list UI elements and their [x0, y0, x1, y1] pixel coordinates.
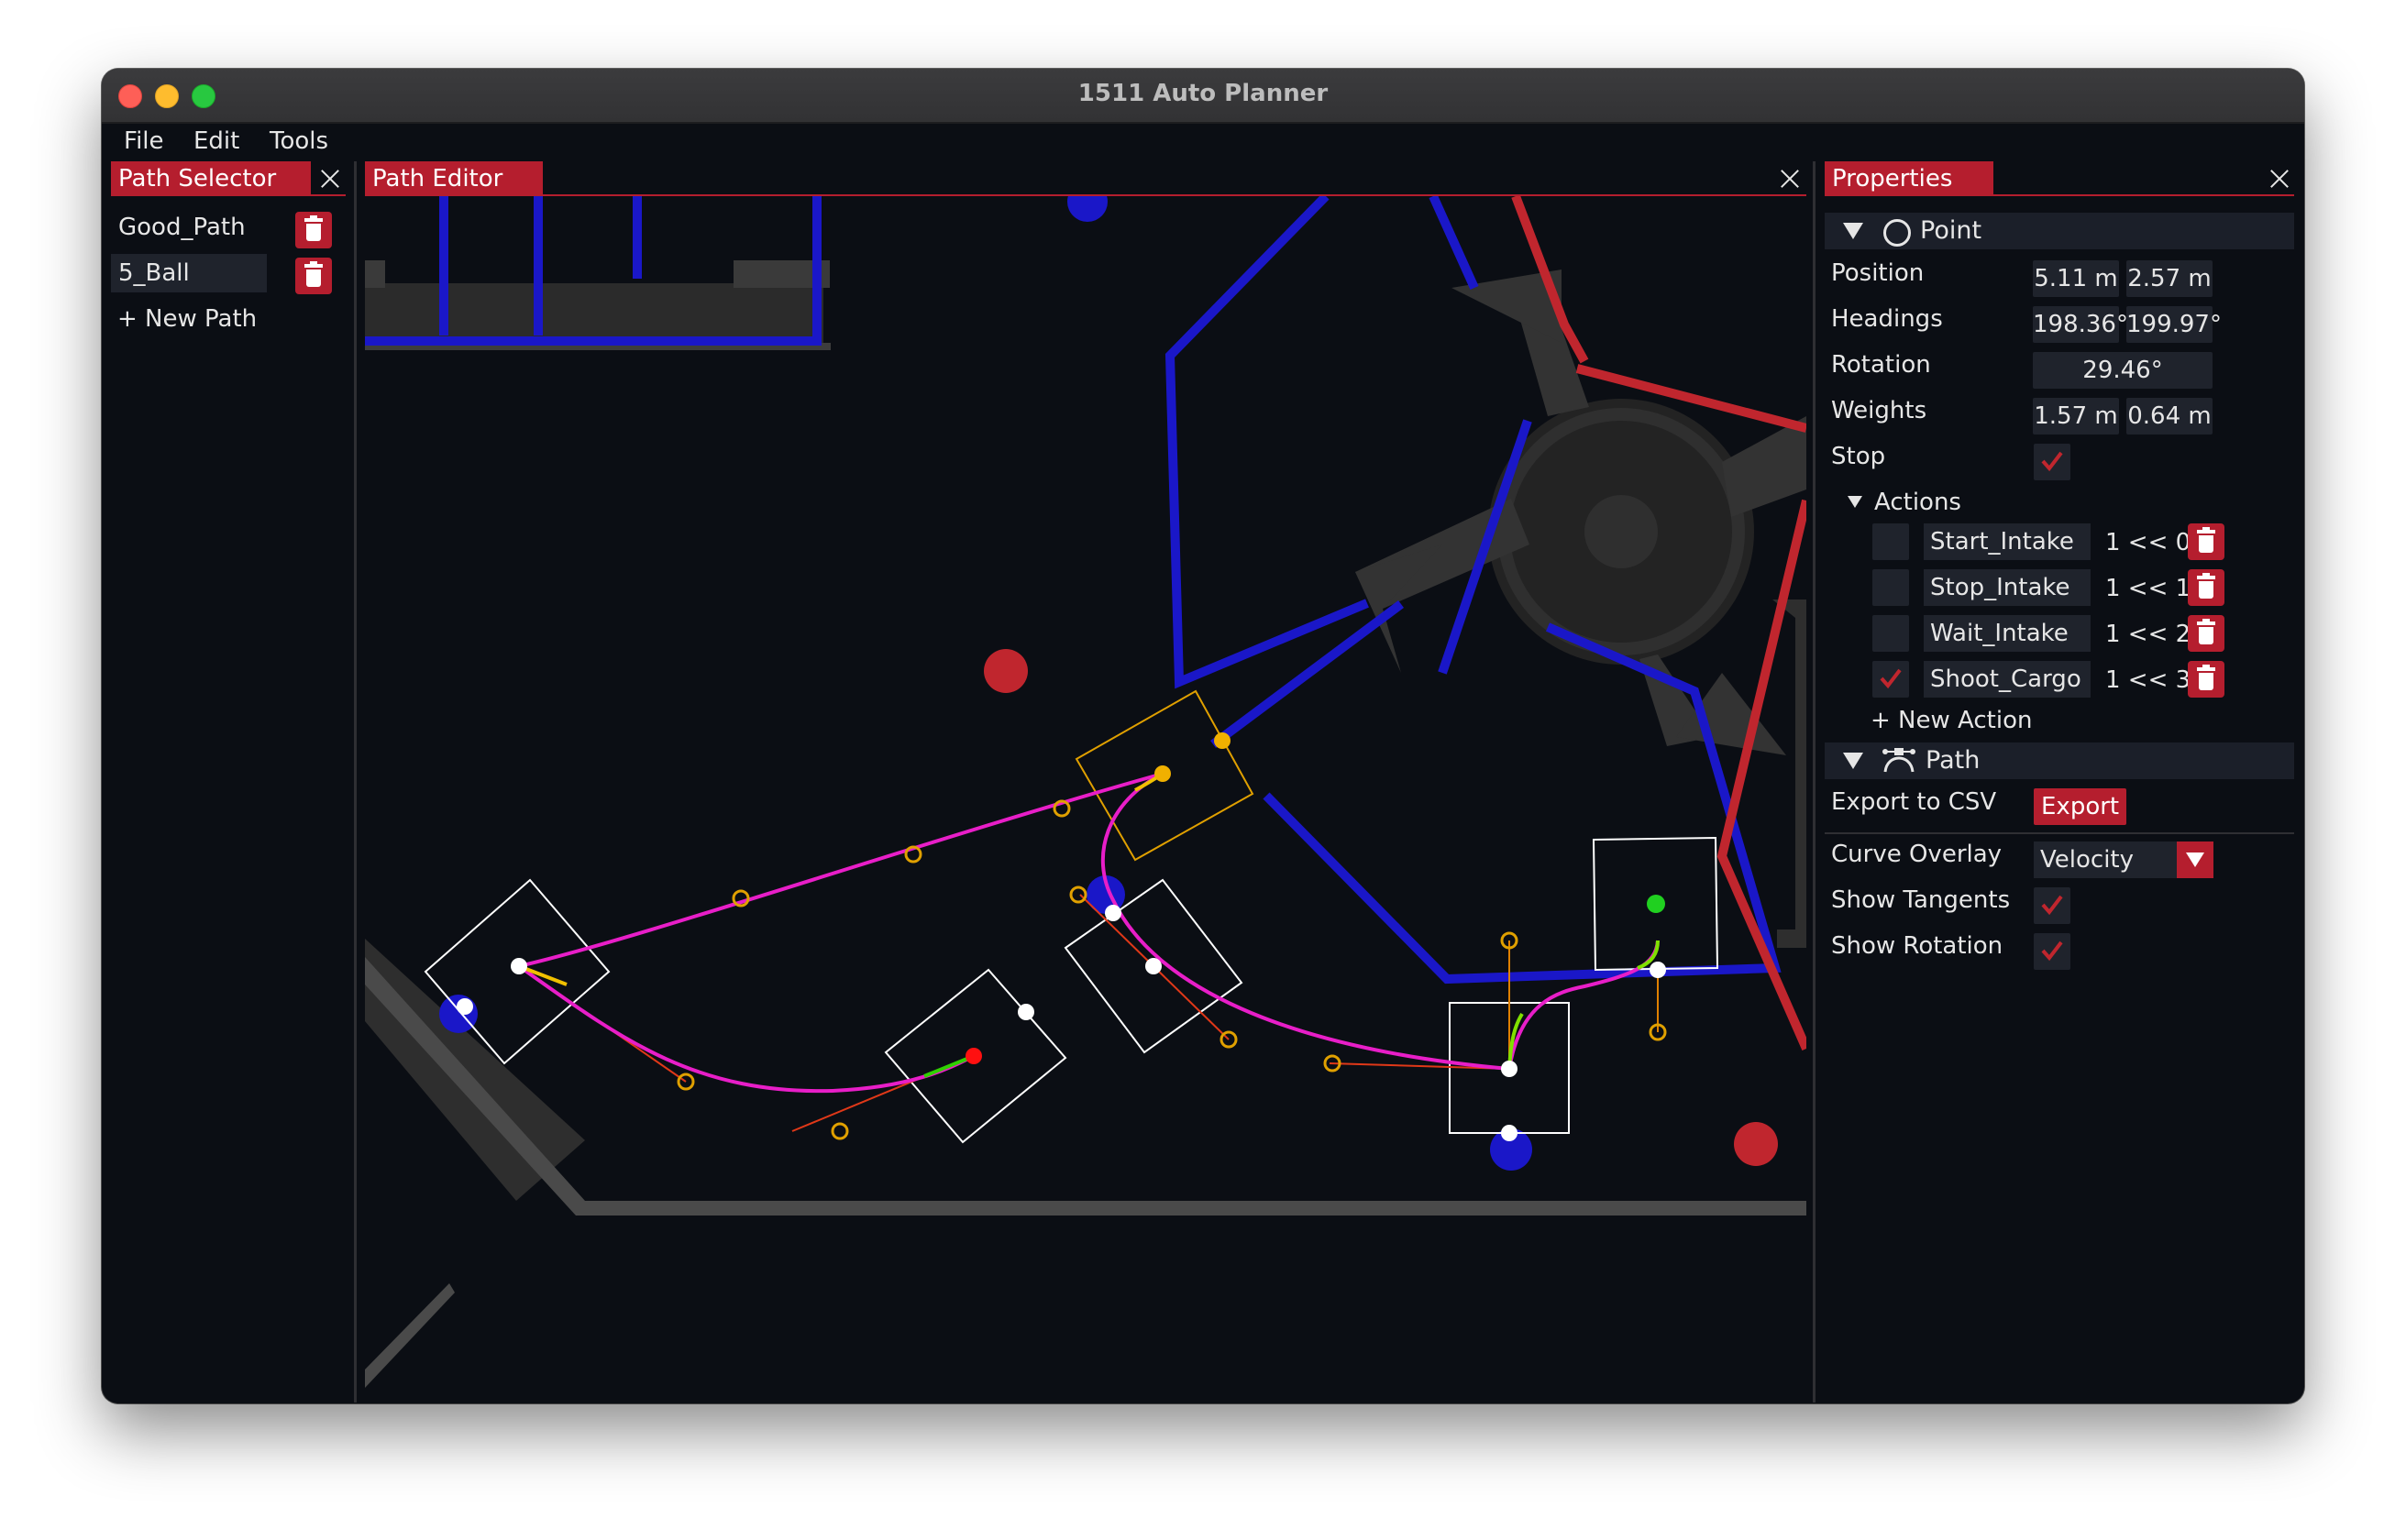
show-rotation-checkbox[interactable]: [2034, 933, 2070, 970]
action-bit-label: 1 << 2: [2105, 621, 2191, 648]
properties-close-icon[interactable]: [2269, 169, 2290, 189]
rotation-field[interactable]: 29.46°: [2033, 352, 2213, 389]
weights-label: Weights: [1831, 397, 1927, 424]
curve-overlay-label: Curve Overlay: [1831, 841, 2003, 868]
position-x-field[interactable]: 5.11 m: [2033, 260, 2119, 297]
rotation-handle: [1650, 962, 1666, 978]
delete-action-trash-icon[interactable]: [2188, 615, 2224, 652]
menu-file[interactable]: File: [124, 127, 164, 155]
checkmark-icon: [2041, 895, 2063, 916]
tangent-lines: [518, 894, 1659, 1132]
path-section-label: Path: [1926, 746, 1981, 775]
export-button[interactable]: Export: [2034, 788, 2127, 825]
path-list-item[interactable]: Good_Path: [111, 208, 267, 247]
action-bit-label: 1 << 0: [2105, 529, 2191, 556]
panel-divider-right: [1813, 161, 1816, 1402]
section-separator: [1825, 832, 2294, 834]
rotation-label: Rotation: [1831, 351, 1931, 379]
actions-section-label[interactable]: Actions: [1874, 489, 1961, 516]
waypoint: [966, 1048, 982, 1064]
checkmark-icon: [2041, 940, 2063, 962]
rotation-handle: [1145, 958, 1162, 974]
point-section-label: Point: [1920, 216, 1982, 245]
heading-out-field[interactable]: 199.97°: [2126, 306, 2222, 343]
window-title: 1511 Auto Planner: [1077, 80, 1329, 107]
path-list-item-label: 5_Ball: [118, 259, 190, 287]
waypoint: [511, 958, 527, 974]
tab-properties[interactable]: Properties: [1825, 161, 1993, 196]
waypoints[interactable]: [457, 732, 1666, 1141]
action-checkbox[interactable]: [1872, 569, 1909, 606]
delete-path-trash-icon[interactable]: [295, 212, 332, 248]
headings-label: Headings: [1831, 305, 1943, 333]
waypoint: [1105, 905, 1121, 921]
red-cargo-ball: [984, 649, 1028, 693]
checkmark-icon: [1880, 668, 1902, 689]
menu-tools[interactable]: Tools: [270, 127, 328, 155]
delete-action-trash-icon[interactable]: [2188, 523, 2224, 560]
position-y-field[interactable]: 2.57 m: [2126, 260, 2213, 297]
dropdown-arrow-icon[interactable]: [2177, 842, 2213, 878]
menu-edit[interactable]: Edit: [193, 127, 239, 155]
collapse-triangle-icon: [1843, 223, 1863, 239]
path-selector-close-icon[interactable]: [320, 169, 340, 189]
path-list-item-selected[interactable]: 5_Ball: [111, 254, 267, 292]
show-tangents-checkbox[interactable]: [2034, 887, 2070, 924]
action-checkbox[interactable]: [1872, 523, 1909, 560]
actions-collapse-triangle-icon[interactable]: [1848, 496, 1862, 508]
position-label: Position: [1831, 259, 1925, 287]
central-hub: [1355, 270, 1806, 755]
point-section-header[interactable]: Point: [1825, 213, 2294, 249]
action-checkbox-checked[interactable]: [1872, 661, 1909, 698]
delete-action-trash-icon[interactable]: [2188, 569, 2224, 606]
stop-label: Stop: [1831, 443, 1886, 470]
selected-rotation-handle: [1214, 732, 1231, 749]
delete-action-trash-icon[interactable]: [2188, 661, 2224, 698]
waypoint: [1501, 1061, 1518, 1077]
checkmark-icon: [2041, 451, 2063, 472]
curve-overlay-value: Velocity: [2040, 846, 2134, 874]
panel-divider-left: [354, 161, 357, 1402]
action-name-field[interactable]: Stop_Intake: [1924, 569, 2091, 606]
new-action-button[interactable]: + New Action: [1871, 707, 2032, 734]
curve-overlay-dropdown[interactable]: Velocity: [2034, 842, 2213, 878]
tab-path-editor[interactable]: Path Editor: [365, 161, 543, 196]
tab-path-selector[interactable]: Path Selector: [111, 161, 311, 196]
blue-cargo-ball: [439, 995, 478, 1033]
selected-waypoint: [1154, 765, 1171, 782]
heading-in-field[interactable]: 198.36°: [2033, 306, 2128, 343]
menu-bar: File Edit Tools: [102, 124, 2304, 160]
action-name-field[interactable]: Shoot_Cargo: [1924, 661, 2091, 698]
weight-out-field[interactable]: 0.64 m: [2126, 398, 2213, 434]
path-selector-tab-underline: [111, 194, 346, 196]
show-tangents-label: Show Tangents: [1831, 886, 2011, 914]
start-waypoint: [1647, 895, 1665, 913]
stop-checkbox[interactable]: [2034, 444, 2070, 480]
action-bit-label: 1 << 1: [2105, 575, 2191, 602]
field-drawing[interactable]: [365, 196, 1806, 1402]
export-csv-label: Export to CSV: [1831, 788, 1997, 816]
bezier-curve-icon: [1882, 748, 1915, 773]
action-checkbox[interactable]: [1872, 615, 1909, 652]
action-name-field[interactable]: Start_Intake: [1924, 523, 2091, 560]
action-name-field[interactable]: Wait_Intake: [1924, 615, 2091, 652]
weight-in-field[interactable]: 1.57 m: [2033, 398, 2119, 434]
properties-tab-underline: [1825, 194, 2294, 196]
title-bar: 1511 Auto Planner: [102, 69, 2304, 124]
rotation-handle: [457, 998, 473, 1015]
point-circle-icon: [1883, 219, 1911, 247]
path-list-item-label: Good_Path: [118, 214, 246, 241]
path-section-header[interactable]: Path: [1825, 742, 2294, 779]
field-canvas[interactable]: [365, 196, 1806, 1402]
path-editor-close-icon[interactable]: [1780, 169, 1800, 189]
robot-rotation-boxes: [424, 689, 1719, 1144]
collapse-triangle-icon: [1843, 753, 1863, 769]
rotation-handle: [1018, 1004, 1034, 1020]
rotation-handle: [1501, 1125, 1518, 1141]
action-bit-label: 1 << 3: [2105, 666, 2191, 694]
new-path-button[interactable]: + New Path: [117, 305, 257, 333]
delete-path-trash-icon[interactable]: [295, 258, 332, 294]
show-rotation-label: Show Rotation: [1831, 932, 2003, 960]
red-cargo-ball: [1734, 1122, 1778, 1166]
